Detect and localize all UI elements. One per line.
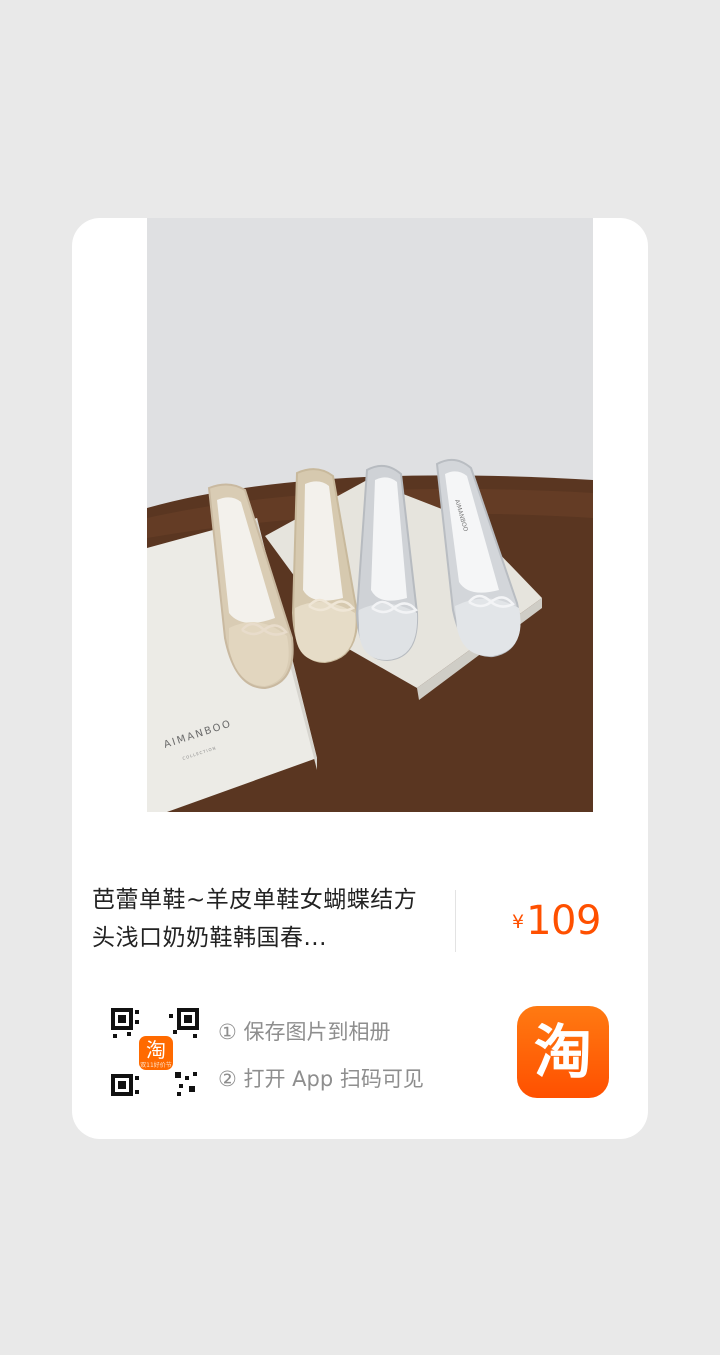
currency-symbol: ¥ bbox=[512, 911, 525, 933]
product-image[interactable]: AIMANBOO COLLECTION AIMANBOO bbox=[147, 218, 593, 812]
taobao-qr-badge: 淘 双11好价节 bbox=[139, 1036, 173, 1070]
share-card: AIMANBOO COLLECTION AIMANBOO 芭蕾单鞋~羊皮单鞋女蝴… bbox=[72, 218, 648, 1139]
instruction-open-app: ② 打开 App 扫码可见 bbox=[218, 1067, 424, 1091]
product-title[interactable]: 芭蕾单鞋~羊皮单鞋女蝴蝶结方头浅口奶奶鞋韩国春... bbox=[92, 881, 432, 957]
qr-badge-glyph: 淘 bbox=[146, 1038, 166, 1062]
qr-code[interactable]: 淘 双11好价节 bbox=[109, 1006, 201, 1098]
taobao-app-icon[interactable]: 淘 bbox=[517, 1006, 609, 1098]
divider bbox=[455, 890, 456, 952]
price-value: 109 bbox=[526, 898, 601, 944]
app-icon-glyph: 淘 bbox=[533, 1018, 592, 1086]
qr-badge-subtext: 双11好价节 bbox=[140, 1062, 172, 1069]
instruction-save-image: ① 保存图片到相册 bbox=[218, 1020, 391, 1044]
product-price: ¥109 bbox=[512, 898, 601, 944]
